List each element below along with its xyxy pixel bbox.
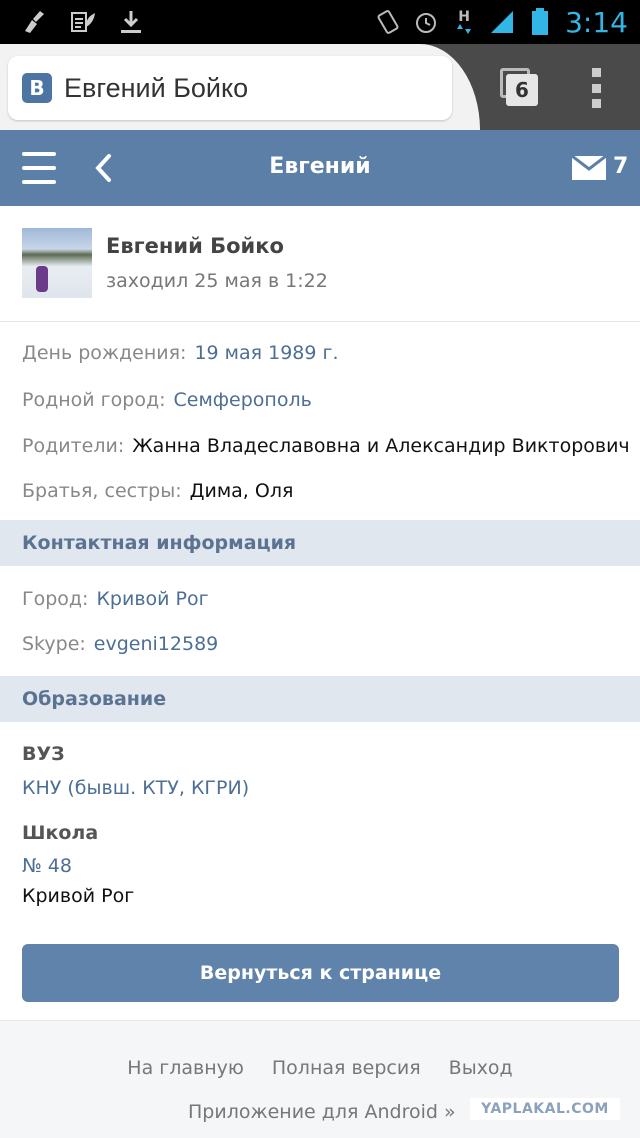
network-h-icon: H — [451, 9, 477, 35]
mail-icon[interactable] — [571, 154, 607, 180]
page-title: Евгений Бойко — [64, 72, 249, 103]
siblings-row: Братья, сестры: Дима, Оля — [22, 480, 293, 502]
skype-row: Skype: evgeni12589 — [22, 633, 218, 655]
footer-full-version-link[interactable]: Полная версия — [272, 1057, 421, 1079]
school-label: Школа — [22, 822, 99, 844]
footer: На главную Полная версия Выход Приложени… — [0, 1020, 640, 1138]
school-link[interactable]: № 48 — [22, 855, 72, 877]
avatar[interactable] — [22, 228, 92, 298]
university-label: ВУЗ — [22, 743, 65, 765]
university-link[interactable]: КНУ (бывш. КТУ, КГРИ) — [22, 777, 249, 799]
watermark: YAPLAKAL.COM — [470, 1098, 620, 1120]
footer-links: На главную Полная версия Выход — [0, 1057, 640, 1079]
birthday-label: День рождения: — [22, 342, 187, 364]
status-bar: H 3:14 — [0, 0, 640, 44]
siblings-label: Братья, сестры: — [22, 480, 182, 502]
school-city: Кривой Рог — [22, 885, 135, 907]
parents-label: Родители: — [22, 435, 125, 457]
clipboard-leaf-icon — [70, 9, 96, 35]
birthday-link[interactable]: 19 мая 1989 г. — [194, 342, 338, 364]
download-icon — [118, 9, 144, 35]
clock: 3:14 — [565, 5, 628, 39]
mail-count-badge[interactable]: 7 — [613, 154, 628, 179]
parents-value: Жанна Владеславовна и Александир Викторо… — [132, 435, 630, 457]
header-title: Евгений — [269, 154, 371, 179]
city-row: Город: Кривой Рог — [22, 588, 209, 610]
notification-icons — [0, 9, 144, 35]
city-label: Город: — [22, 588, 89, 610]
city-link[interactable]: Кривой Рог — [96, 588, 208, 610]
system-icons: H 3:14 — [375, 6, 640, 39]
signal-icon — [489, 9, 515, 35]
skype-link[interactable]: evgeni12589 — [94, 633, 218, 655]
browser-toolbar: В Евгений Бойко 6 — [0, 44, 640, 130]
hometown-row: Родной город: Семферополь — [22, 389, 312, 411]
hometown-link[interactable]: Семферополь — [173, 389, 311, 411]
tabs-button[interactable]: 6 — [500, 68, 538, 106]
contacts-section-header: Контактная информация — [0, 520, 640, 566]
hometown-label: Родной город: — [22, 389, 166, 411]
birthday-row: День рождения: 19 мая 1989 г. — [22, 342, 339, 364]
siblings-value: Дима, Оля — [189, 480, 294, 502]
profile-name[interactable]: Евгений Бойко — [106, 234, 284, 258]
profile-card: Евгений Бойко заходил 25 мая в 1:22 — [0, 206, 640, 322]
broom-icon — [22, 9, 48, 35]
overflow-menu-icon[interactable] — [590, 68, 602, 108]
network-label: H — [458, 9, 470, 25]
return-to-page-button[interactable]: Вернуться к странице — [22, 944, 619, 1002]
footer-android-app-link[interactable]: Приложение для Android » — [188, 1101, 456, 1123]
education-section-header: Образование — [0, 676, 640, 722]
skype-label: Skype: — [22, 633, 86, 655]
footer-logout-link[interactable]: Выход — [449, 1057, 513, 1079]
vk-logo-icon: В — [22, 73, 52, 103]
alarm-icon — [413, 9, 439, 35]
tab-count: 6 — [506, 74, 538, 106]
battery-icon — [527, 8, 553, 35]
last-seen-status: заходил 25 мая в 1:22 — [106, 270, 328, 292]
vibrate-icon — [375, 9, 401, 35]
parents-row: Родители: Жанна Владеславовна и Александ… — [22, 435, 630, 457]
app-header: Евгений 7 — [0, 130, 640, 206]
footer-home-link[interactable]: На главную — [127, 1057, 244, 1079]
address-bar[interactable]: В Евгений Бойко — [8, 56, 452, 120]
